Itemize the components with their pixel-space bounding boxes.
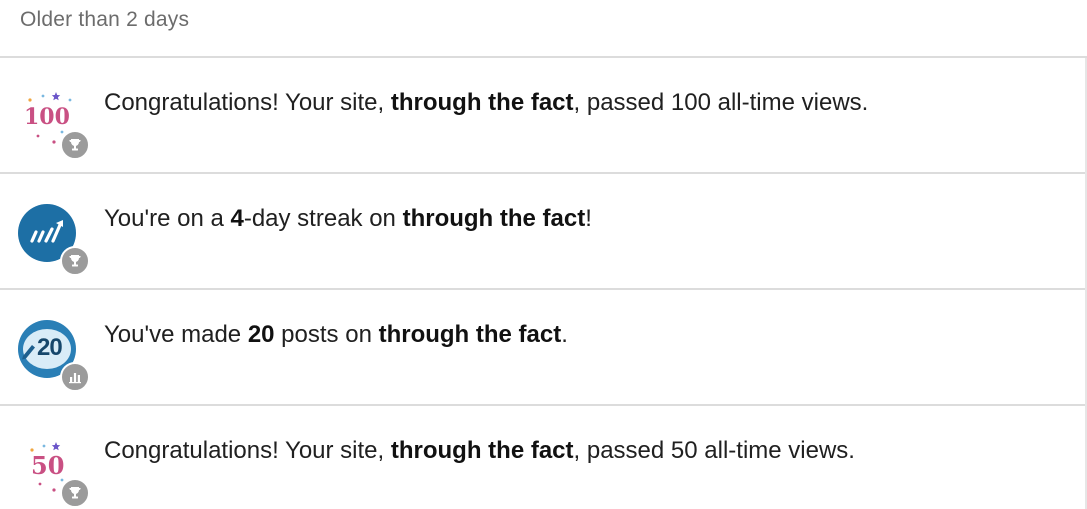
notification-item[interactable]: 100 Congratulations! Your site, through … [0, 58, 1087, 174]
site-name: through the fact [390, 89, 574, 116]
text-suffix: , passed 50 all-time views. [573, 437, 855, 464]
site-name: through the fact [390, 437, 574, 464]
text-prefix: Congratulations! Your site, [104, 437, 391, 464]
stats-icon [60, 362, 90, 392]
milestone-50-icon: 50 [18, 436, 90, 508]
text-suffix: ! [585, 205, 592, 232]
milestone-number: 100 [24, 104, 70, 130]
site-name: through the fact [402, 205, 586, 232]
milestone-number: 50 [31, 451, 65, 480]
notifications-list: Older than 2 days 100 Congratulations! Y… [0, 0, 1087, 509]
posts-number: 20 [37, 334, 63, 361]
text-middle: posts on [274, 321, 379, 348]
milestone-100-icon: 100 [18, 88, 90, 160]
streak-icon [18, 204, 90, 276]
trophy-icon [60, 478, 90, 508]
notification-item[interactable]: 20 You've made 20 posts on through the f… [0, 290, 1087, 406]
section-title: Older than 2 days [20, 8, 190, 31]
text-middle: -day streak on [243, 205, 403, 232]
notification-item[interactable]: 50 Congratulations! Your site, through t… [0, 406, 1087, 508]
section-header: Older than 2 days [0, 0, 1087, 58]
text-prefix: Congratulations! Your site, [104, 89, 391, 116]
trophy-icon [60, 246, 90, 276]
trophy-icon [60, 130, 90, 160]
posts-count: 20 [247, 321, 275, 348]
notification-text: Congratulations! Your site, through the … [104, 88, 868, 118]
posts-20-icon: 20 [18, 320, 90, 392]
notification-text: You've made 20 posts on through the fact… [104, 320, 568, 350]
text-prefix: You've made [104, 321, 248, 348]
notification-text: Congratulations! Your site, through the … [104, 436, 855, 466]
text-suffix: , passed 100 all-time views. [573, 89, 869, 116]
text-prefix: You're on a [104, 205, 231, 232]
notification-item[interactable]: You're on a 4-day streak on through the … [0, 174, 1087, 290]
notification-text: You're on a 4-day streak on through the … [104, 204, 592, 234]
text-suffix: . [561, 321, 568, 348]
site-name: through the fact [378, 321, 562, 348]
streak-count: 4 [230, 205, 244, 232]
